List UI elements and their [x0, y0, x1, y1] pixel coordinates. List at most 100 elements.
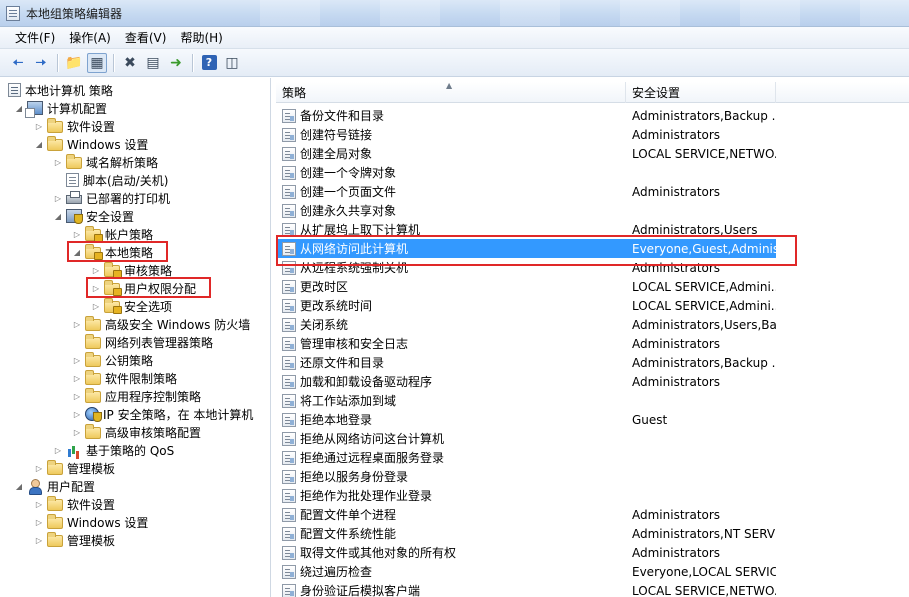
table-row[interactable]: 拒绝通过远程桌面服务登录 — [276, 448, 909, 467]
tree-node-software-settings[interactable]: ▷ 软件设置 — [34, 117, 115, 135]
table-row[interactable]: 拒绝以服务身份登录 — [276, 467, 909, 486]
tree-node-public-key-policies[interactable]: ▷ 公钥策略 — [72, 351, 153, 369]
back-icon[interactable]: 🠤 — [8, 53, 28, 73]
tree-node-local-policy[interactable]: 本地计算机 策略 — [8, 81, 113, 99]
collapsed-arrow-icon[interactable]: ▷ — [34, 495, 44, 513]
tree-node-windows-settings[interactable]: ◢ Windows 设置 — [34, 135, 148, 153]
table-row[interactable]: 取得文件或其他对象的所有权 Administrators — [276, 543, 909, 562]
tree-node-advanced-audit[interactable]: ▷ 高级审核策略配置 — [72, 423, 201, 441]
collapsed-arrow-icon[interactable]: ▷ — [72, 423, 82, 441]
tree-node-computer-config[interactable]: ◢ 计算机配置 — [14, 99, 108, 118]
collapsed-arrow-icon[interactable]: ▷ — [72, 351, 82, 369]
tree-label: 计算机配置 — [47, 101, 108, 116]
table-row[interactable]: 创建符号链接 Administrators — [276, 125, 909, 144]
collapsed-arrow-icon[interactable]: ▷ — [34, 531, 44, 549]
tree-node-deployed-printers[interactable]: ▷ 已部署的打印机 — [53, 189, 170, 207]
tree-node-account-policies[interactable]: ▷ 帐户策略 — [72, 225, 153, 243]
expanded-arrow-icon[interactable]: ◢ — [72, 243, 82, 261]
table-row[interactable]: 拒绝作为批处理作业登录 — [276, 486, 909, 505]
table-row[interactable]: 加载和卸载设备驱动程序 Administrators — [276, 372, 909, 391]
folder-icon — [47, 459, 63, 475]
collapsed-arrow-icon[interactable]: ▷ — [91, 279, 101, 297]
table-row[interactable]: 绕过遍历检查 Everyone,LOCAL SERVIC... — [276, 562, 909, 581]
column-header: 策略 ▲ 安全设置 — [276, 82, 909, 103]
up-folder-icon[interactable]: 📁 — [64, 53, 84, 73]
tree-label: 高级安全 Windows 防火墙 — [105, 317, 251, 332]
expanded-arrow-icon[interactable]: ◢ — [34, 135, 44, 153]
collapsed-arrow-icon[interactable]: ▷ — [72, 405, 82, 423]
table-row[interactable]: 更改时区 LOCAL SERVICE,Admini... — [276, 277, 909, 296]
policy-name: 关闭系统 — [300, 318, 349, 332]
tree-node-user-config[interactable]: ◢ 用户配置 — [14, 477, 95, 495]
collapsed-arrow-icon[interactable]: ▷ — [72, 225, 82, 243]
tree-node-app-control[interactable]: ▷ 应用程序控制策略 — [72, 387, 201, 405]
expanded-arrow-icon[interactable]: ◢ — [14, 477, 24, 495]
collapsed-arrow-icon[interactable]: ▷ — [91, 261, 101, 279]
table-row[interactable]: 还原文件和目录 Administrators,Backup ... — [276, 353, 909, 372]
table-row[interactable]: 拒绝本地登录 Guest — [276, 410, 909, 429]
policy-name: 配置文件单个进程 — [300, 508, 397, 522]
collapsed-arrow-icon[interactable]: ▷ — [53, 441, 63, 459]
export-icon[interactable]: ➜ — [166, 53, 186, 73]
tree-node-user-software-settings[interactable]: ▷ 软件设置 — [34, 495, 115, 513]
security-setting-value: Administrators,Backup ... — [632, 355, 776, 370]
collapsed-arrow-icon[interactable]: ▷ — [34, 117, 44, 135]
table-row[interactable]: 创建全局对象 LOCAL SERVICE,NETWO... — [276, 144, 909, 163]
column-policy[interactable]: 策略 ▲ — [276, 82, 626, 103]
menu-view[interactable]: 查看(V) — [118, 27, 174, 48]
tree-node-local-policies[interactable]: ◢ 本地策略 — [72, 243, 153, 261]
tree-node-ip-security[interactable]: ▷ IP 安全策略，在 本地计算机 — [72, 405, 253, 423]
table-row[interactable]: 创建一个令牌对象 — [276, 163, 909, 182]
menu-action[interactable]: 操作(A) — [62, 27, 118, 48]
collapsed-arrow-icon[interactable]: ▷ — [72, 387, 82, 405]
table-row[interactable]: 更改系统时间 LOCAL SERVICE,Admini... — [276, 296, 909, 315]
tree-node-security-settings[interactable]: ◢ 安全设置 — [53, 207, 134, 225]
table-row[interactable]: 从远程系统强制关机 Administrators — [276, 258, 909, 277]
tree-node-security-options[interactable]: ▷ 安全选项 — [91, 297, 172, 315]
collapsed-arrow-icon[interactable]: ▷ — [72, 315, 82, 333]
delete-icon[interactable]: ✖ — [120, 53, 140, 73]
security-setting-value: Administrators — [632, 374, 721, 389]
collapsed-arrow-icon[interactable]: ▷ — [53, 189, 63, 207]
tree-node-firewall[interactable]: ▷ 高级安全 Windows 防火墙 — [72, 315, 250, 333]
menu-file[interactable]: 文件(F) — [8, 27, 62, 48]
tree-node-scripts[interactable]: 脚本(启动/关机) — [53, 171, 168, 189]
table-row[interactable]: 管理审核和安全日志 Administrators — [276, 334, 909, 353]
table-row[interactable]: 拒绝从网络访问这台计算机 — [276, 429, 909, 448]
forward-icon[interactable]: 🠦 — [31, 53, 51, 73]
table-row[interactable]: 从网络访问此计算机 Everyone,Guest,Adminis... — [276, 239, 909, 258]
tree-node-user-windows-settings[interactable]: ▷ Windows 设置 — [34, 513, 148, 531]
table-row[interactable]: 创建一个页面文件 Administrators — [276, 182, 909, 201]
table-row[interactable]: 创建永久共享对象 — [276, 201, 909, 220]
tree-node-user-admin-templates[interactable]: ▷ 管理模板 — [34, 531, 115, 549]
expanded-arrow-icon[interactable]: ◢ — [14, 99, 24, 117]
collapsed-arrow-icon[interactable]: ▷ — [34, 513, 44, 531]
tree-node-audit-policy[interactable]: ▷ 审核策略 — [91, 261, 172, 279]
collapsed-arrow-icon[interactable]: ▷ — [72, 369, 82, 387]
tree-node-user-rights-assignment[interactable]: ▷ 用户权限分配 — [91, 279, 196, 297]
table-row[interactable]: 关闭系统 Administrators,Users,Ba... — [276, 315, 909, 334]
tree-node-qos[interactable]: ▷ 基于策略的 QoS — [53, 441, 174, 459]
table-row[interactable]: 身份验证后模拟客户端 LOCAL SERVICE,NETWO... — [276, 581, 909, 597]
toolbar: 🠤 🠦 📁 ▦ ✖ ▤ ➜ ? ◫ — [0, 49, 909, 77]
properties-icon[interactable]: ▤ — [143, 53, 163, 73]
column-security-setting[interactable]: 安全设置 — [626, 82, 776, 103]
show-pane-icon[interactable]: ◫ — [222, 53, 242, 73]
tree-node-name-resolution-policy[interactable]: ▷ 域名解析策略 — [53, 153, 158, 171]
collapsed-arrow-icon[interactable]: ▷ — [91, 297, 101, 315]
menu-help[interactable]: 帮助(H) — [173, 27, 229, 48]
help-icon[interactable]: ? — [199, 53, 219, 73]
table-row[interactable]: 将工作站添加到域 — [276, 391, 909, 410]
tree-node-admin-templates[interactable]: ▷ 管理模板 — [34, 459, 115, 477]
tree-node-software-restriction[interactable]: ▷ 软件限制策略 — [72, 369, 177, 387]
collapsed-arrow-icon[interactable]: ▷ — [34, 459, 44, 477]
table-row[interactable]: 备份文件和目录 Administrators,Backup ... — [276, 106, 909, 125]
table-row[interactable]: 配置文件系统性能 Administrators,NT SERVI... — [276, 524, 909, 543]
show-tree-icon[interactable]: ▦ — [87, 52, 107, 73]
table-row[interactable]: 从扩展坞上取下计算机 Administrators,Users — [276, 220, 909, 239]
tree-node-network-list-manager[interactable]: 网络列表管理器策略 — [72, 333, 213, 351]
collapsed-arrow-icon[interactable]: ▷ — [53, 153, 63, 171]
policy-setting-icon — [282, 450, 296, 465]
table-row[interactable]: 配置文件单个进程 Administrators — [276, 505, 909, 524]
expanded-arrow-icon[interactable]: ◢ — [53, 207, 63, 225]
